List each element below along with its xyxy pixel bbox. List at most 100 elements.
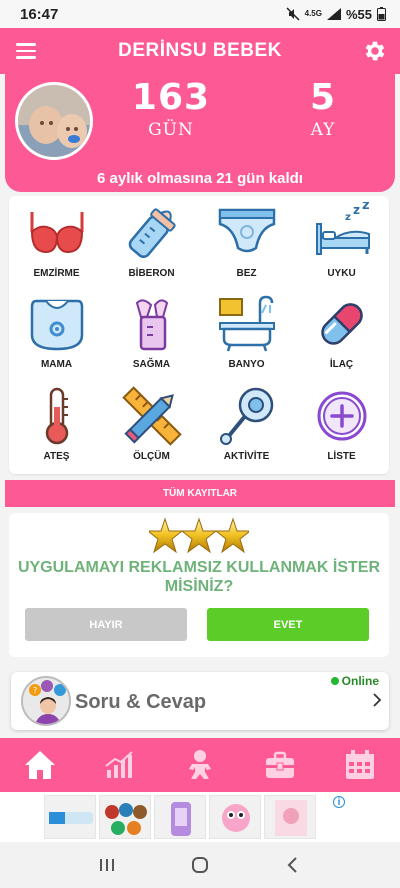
- baby-avatar[interactable]: [15, 82, 93, 160]
- battery-level: %55: [345, 6, 372, 22]
- question-person-icon: ?: [23, 678, 69, 724]
- battery-icon: [377, 7, 386, 21]
- action-sleep[interactable]: z z z UYKU: [294, 200, 389, 291]
- mute-icon: [286, 7, 300, 21]
- ad-choices[interactable]: i: [322, 796, 356, 836]
- promo-question: UYGULAMAYI REKLAMSIZ KULLANMAK İSTER MİS…: [17, 559, 381, 595]
- all-records-button[interactable]: TÜM KAYITLAR: [5, 480, 395, 507]
- svg-text:?: ?: [33, 686, 37, 695]
- status-indicators: 4.5G %55: [286, 7, 386, 22]
- qa-title: Soru & Cevap: [75, 691, 207, 713]
- system-nav-bar: [0, 842, 400, 888]
- home-system-icon[interactable]: [189, 854, 211, 876]
- ad-product-image: [154, 795, 206, 839]
- action-breastfeeding[interactable]: EMZİRME: [9, 200, 104, 291]
- ad-product-image: [264, 795, 316, 839]
- action-label: BEZ: [236, 268, 257, 279]
- ad-content: i: [44, 794, 356, 840]
- days-value: 163: [131, 77, 211, 118]
- action-label: MAMA: [40, 359, 73, 371]
- action-bath[interactable]: BANYO: [199, 291, 294, 382]
- ad-free-promo: UYGULAMAYI REKLAMSIZ KULLANMAK İSTER MİS…: [9, 513, 389, 657]
- status-time: 16:47: [20, 5, 59, 23]
- action-list[interactable]: LİSTE: [294, 383, 389, 474]
- action-fever[interactable]: ATEŞ: [9, 383, 104, 474]
- months-unit: AY: [310, 120, 336, 140]
- qa-card[interactable]: ? Soru & Cevap Online: [11, 672, 389, 730]
- baby-icon: [189, 750, 211, 779]
- svg-text:z: z: [353, 203, 360, 217]
- bra-icon: [30, 212, 83, 254]
- months-counter: 5 AY: [293, 77, 353, 141]
- action-label: ATEŞ: [43, 450, 70, 462]
- ruler-pencil-icon: [121, 385, 182, 446]
- nav-stats[interactable]: [80, 738, 160, 792]
- action-pumping[interactable]: SAĞMA: [104, 291, 199, 382]
- info-icon: i: [333, 796, 345, 808]
- ad-banner[interactable]: i: [0, 792, 400, 842]
- bib-icon: [30, 300, 83, 351]
- online-dot-icon: [330, 677, 339, 685]
- action-label: LİSTE: [327, 450, 356, 462]
- back-icon[interactable]: [282, 854, 304, 876]
- signal-icon: [326, 8, 341, 20]
- baby-bottle-icon: [128, 208, 176, 259]
- app-title: DERİNSU BEBEK: [118, 40, 282, 61]
- months-value: 5: [309, 77, 337, 118]
- action-food[interactable]: MAMA: [9, 291, 104, 382]
- svg-text:z: z: [345, 212, 351, 223]
- online-label: Online: [341, 674, 379, 688]
- no-button[interactable]: HAYIR: [25, 608, 187, 641]
- ad-product-image: [99, 795, 151, 839]
- calendar-icon: [346, 750, 374, 779]
- bottom-nav: [0, 738, 400, 792]
- baby-summary: 163 GÜN 5 AY 6 aylık olmasına 21 gün kal…: [5, 74, 395, 192]
- action-label: AKTİVİTE: [223, 450, 270, 462]
- action-label: UYKU: [327, 268, 356, 279]
- network-type: 4.5G: [304, 9, 322, 18]
- action-activity[interactable]: AKTİVİTE: [199, 383, 294, 474]
- online-status: Online: [330, 674, 379, 688]
- chevron-right-icon: [373, 693, 382, 707]
- qa-avatar: ?: [21, 676, 71, 726]
- ad-product-image: [44, 795, 96, 839]
- action-label: BANYO: [228, 359, 265, 371]
- action-measurement[interactable]: ÖLÇÜM: [104, 383, 199, 474]
- action-label: EMZİRME: [33, 268, 80, 279]
- action-label: SAĞMA: [132, 359, 171, 371]
- app-header: DERİNSU BEBEK: [0, 28, 400, 74]
- bathtub-icon: [218, 296, 275, 352]
- action-label: ÖLÇÜM: [133, 450, 170, 462]
- countdown-text: 6 aylık olmasına 21 gün kaldı: [97, 170, 303, 187]
- pill-icon: [320, 303, 363, 346]
- svg-text:z: z: [362, 202, 370, 213]
- menu-button[interactable]: [16, 40, 38, 62]
- diaper-icon: [218, 208, 275, 253]
- days-counter: 163 GÜN: [125, 77, 217, 141]
- three-stars-icon: [149, 517, 249, 554]
- nav-baby[interactable]: [160, 738, 240, 792]
- yes-button[interactable]: EVET: [207, 608, 369, 641]
- nav-home[interactable]: [0, 738, 80, 792]
- hamburger-icon: [16, 43, 36, 46]
- days-unit: GÜN: [148, 120, 194, 140]
- breast-pump-icon: [135, 299, 168, 351]
- ad-product-image: [209, 795, 261, 839]
- nav-bag[interactable]: [240, 738, 320, 792]
- action-grid: EMZİRME BİBERON BEZ z z z UYKU MAMA SAĞM…: [9, 196, 389, 474]
- action-diaper[interactable]: BEZ: [199, 200, 294, 291]
- status-bar: 16:47 4.5G %55: [0, 0, 400, 28]
- nav-calendar[interactable]: [320, 738, 400, 792]
- action-medicine[interactable]: İLAÇ: [294, 291, 389, 382]
- plus-circle-icon: [317, 391, 366, 441]
- gear-icon[interactable]: [362, 38, 388, 64]
- chart-icon: [105, 751, 133, 778]
- rattle-icon: [219, 387, 273, 445]
- sleep-bed-icon: z z z: [315, 202, 370, 255]
- action-label: İLAÇ: [329, 359, 354, 371]
- home-icon: [25, 751, 55, 779]
- action-bottle[interactable]: BİBERON: [104, 200, 199, 291]
- thermometer-icon: [45, 387, 68, 444]
- recent-apps-icon[interactable]: [96, 854, 118, 876]
- baby-photo: [18, 85, 90, 157]
